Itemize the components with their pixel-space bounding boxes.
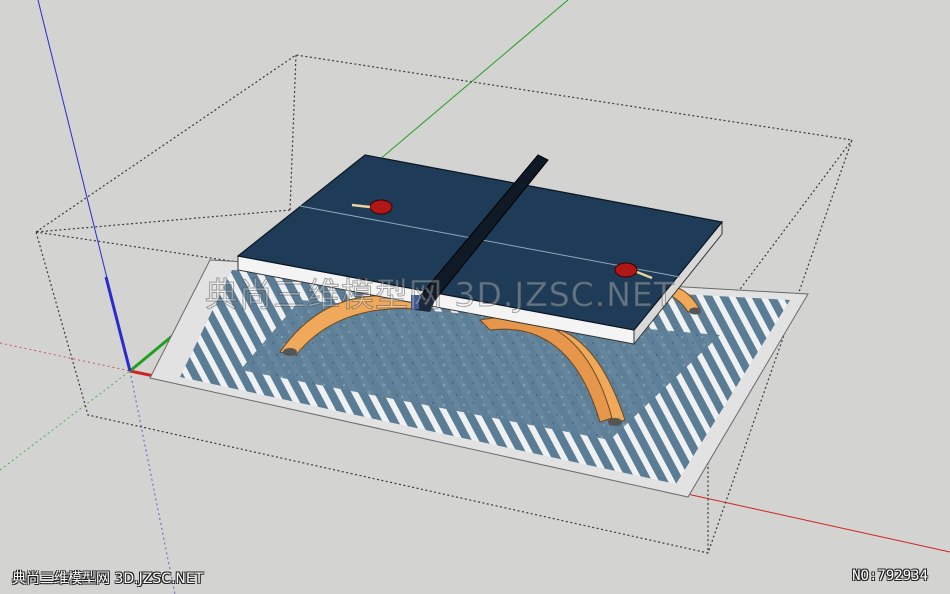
sketchup-viewport[interactable]: 典尚三维模型网 3D.JZSC.NET 典尚三维模型网 3D.JZSC.NET … [0, 0, 950, 594]
axis-blue-dotted [129, 370, 176, 594]
3d-scene[interactable] [0, 0, 950, 594]
axis-red-dotted [0, 342, 131, 372]
site-caption: 典尚三维模型网 3D.JZSC.NET [12, 571, 204, 587]
model-number-value: 792934 [877, 568, 928, 584]
model-number-prefix: NO: [852, 568, 878, 584]
axis-blue-thick [104, 276, 132, 372]
model-number: NO:792934 [852, 568, 928, 584]
